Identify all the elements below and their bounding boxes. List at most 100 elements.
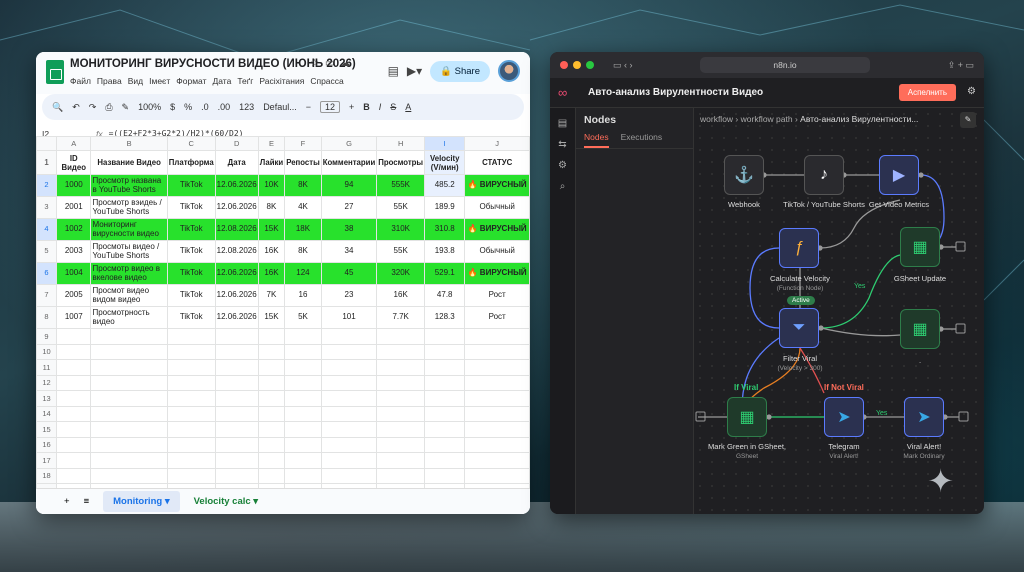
- sheet-tab-velocity-calc[interactable]: Velocity calc ▾: [194, 496, 258, 507]
- table-cell[interactable]: 8K: [284, 174, 322, 197]
- row-number[interactable]: 14: [36, 405, 58, 422]
- table-cell[interactable]: 34: [320, 240, 378, 263]
- table-cell[interactable]: 320K: [376, 262, 426, 285]
- all-sheets-icon[interactable]: ≡: [84, 496, 90, 507]
- table-cell[interactable]: 15K: [257, 306, 286, 329]
- empty-cell[interactable]: [320, 390, 378, 407]
- menu-file[interactable]: Файл: [70, 76, 91, 86]
- empty-cell[interactable]: [320, 328, 378, 345]
- empty-cell[interactable]: [90, 359, 168, 376]
- table-cell[interactable]: Мониторинг вирусности видео: [90, 218, 168, 241]
- table-cell[interactable]: 189.9: [424, 196, 466, 219]
- empty-cell[interactable]: [90, 436, 168, 453]
- row-number[interactable]: 8: [36, 306, 58, 329]
- empty-cell[interactable]: [320, 374, 378, 391]
- empty-cell[interactable]: [464, 328, 530, 345]
- empty-cell[interactable]: [424, 436, 466, 453]
- empty-cell[interactable]: [376, 436, 426, 453]
- row-number[interactable]: 3: [36, 196, 58, 219]
- table-cell[interactable]: 🔥 ВИРУСНЫЙ: [464, 174, 530, 197]
- header-cell[interactable]: Комментарии: [320, 150, 378, 175]
- menu-edit[interactable]: Правa: [97, 76, 122, 86]
- menu-view[interactable]: Вид: [128, 76, 143, 86]
- empty-cell[interactable]: [56, 328, 92, 345]
- empty-cell[interactable]: [166, 405, 216, 422]
- empty-cell[interactable]: [320, 436, 378, 453]
- empty-cell[interactable]: [257, 405, 286, 422]
- table-cell[interactable]: TikTok: [166, 240, 216, 263]
- empty-cell[interactable]: [464, 436, 530, 453]
- number-format-button[interactable]: 123: [239, 102, 254, 112]
- sheet-tab-monitoring[interactable]: Monitoring ▾: [103, 491, 180, 512]
- empty-cell[interactable]: [284, 374, 322, 391]
- empty-cell[interactable]: [56, 405, 92, 422]
- row-number[interactable]: 18: [36, 467, 58, 484]
- empty-cell[interactable]: [166, 374, 216, 391]
- gsheet-update-node[interactable]: ▦: [900, 227, 940, 267]
- font-size-increase[interactable]: +: [349, 102, 354, 112]
- empty-cell[interactable]: [214, 374, 259, 391]
- empty-cell[interactable]: [214, 436, 259, 453]
- minimize-window-icon[interactable]: [573, 61, 581, 69]
- table-cell[interactable]: 55K: [376, 240, 426, 263]
- table-cell[interactable]: 193.8: [424, 240, 466, 263]
- table-cell[interactable]: 8K: [257, 196, 286, 219]
- search-icon[interactable]: 🔍: [52, 102, 63, 113]
- empty-cell[interactable]: [90, 467, 168, 484]
- comment-icon[interactable]: ▤: [388, 64, 399, 78]
- table-cell[interactable]: 12.06.2026: [214, 174, 259, 197]
- empty-cell[interactable]: [376, 343, 426, 360]
- row-number[interactable]: 9: [36, 328, 58, 345]
- empty-cell[interactable]: [166, 390, 216, 407]
- bold-button[interactable]: B: [363, 102, 370, 112]
- empty-cell[interactable]: [464, 374, 530, 391]
- empty-cell[interactable]: [214, 328, 259, 345]
- empty-cell[interactable]: [284, 328, 322, 345]
- mark-green-node[interactable]: ▦: [727, 397, 767, 437]
- webhook-node[interactable]: ⚓: [724, 155, 764, 195]
- header-cell[interactable]: Лайки: [257, 150, 286, 175]
- table-cell[interactable]: 18K: [284, 218, 322, 241]
- empty-cell[interactable]: [320, 343, 378, 360]
- empty-cell[interactable]: [376, 405, 426, 422]
- empty-cell[interactable]: [464, 467, 530, 484]
- empty-cell[interactable]: [56, 359, 92, 376]
- empty-cell[interactable]: [166, 421, 216, 438]
- empty-cell[interactable]: [424, 359, 466, 376]
- filter-viral-node[interactable]: ⏷: [779, 308, 819, 348]
- empty-cell[interactable]: [214, 390, 259, 407]
- empty-cell[interactable]: [56, 467, 92, 484]
- empty-cell[interactable]: [90, 328, 168, 345]
- table-cell[interactable]: Обычный: [464, 196, 530, 219]
- workflow-canvas[interactable]: workflow › workflow path › Авто-анализ В…: [694, 108, 984, 514]
- column-header[interactable]: D: [214, 136, 259, 151]
- workflows-icon[interactable]: ⇆: [550, 139, 575, 150]
- empty-cell[interactable]: [257, 374, 286, 391]
- empty-cell[interactable]: [424, 343, 466, 360]
- empty-cell[interactable]: [320, 405, 378, 422]
- empty-cell[interactable]: [376, 390, 426, 407]
- empty-cell[interactable]: [376, 374, 426, 391]
- empty-cell[interactable]: [376, 452, 426, 469]
- empty-cell[interactable]: [284, 452, 322, 469]
- table-cell[interactable]: TikTok: [166, 218, 216, 241]
- table-cell[interactable]: 124: [284, 262, 322, 285]
- row-number[interactable]: 5: [36, 240, 58, 263]
- empty-cell[interactable]: [320, 452, 378, 469]
- empty-cell[interactable]: [90, 452, 168, 469]
- table-cell[interactable]: Рост: [464, 306, 530, 329]
- empty-cell[interactable]: [214, 359, 259, 376]
- row-number[interactable]: 16: [36, 436, 58, 453]
- empty-cell[interactable]: [424, 405, 466, 422]
- table-cell[interactable]: Просмотр вэидеь / YouTube Shorts: [90, 196, 168, 219]
- undo-icon[interactable]: ↶: [72, 102, 80, 113]
- table-cell[interactable]: 45: [320, 262, 378, 285]
- browser-actions-icons[interactable]: ⇪ + ▭: [948, 60, 974, 71]
- table-cell[interactable]: TikTok: [166, 284, 216, 307]
- row-number[interactable]: 15: [36, 421, 58, 438]
- table-cell[interactable]: 310K: [376, 218, 426, 241]
- row-number[interactable]: 2: [36, 174, 58, 197]
- row-number[interactable]: 10: [36, 343, 58, 360]
- strikethrough-button[interactable]: S: [390, 102, 396, 112]
- browser-nav-icons[interactable]: ▭ ‹ ›: [613, 60, 633, 71]
